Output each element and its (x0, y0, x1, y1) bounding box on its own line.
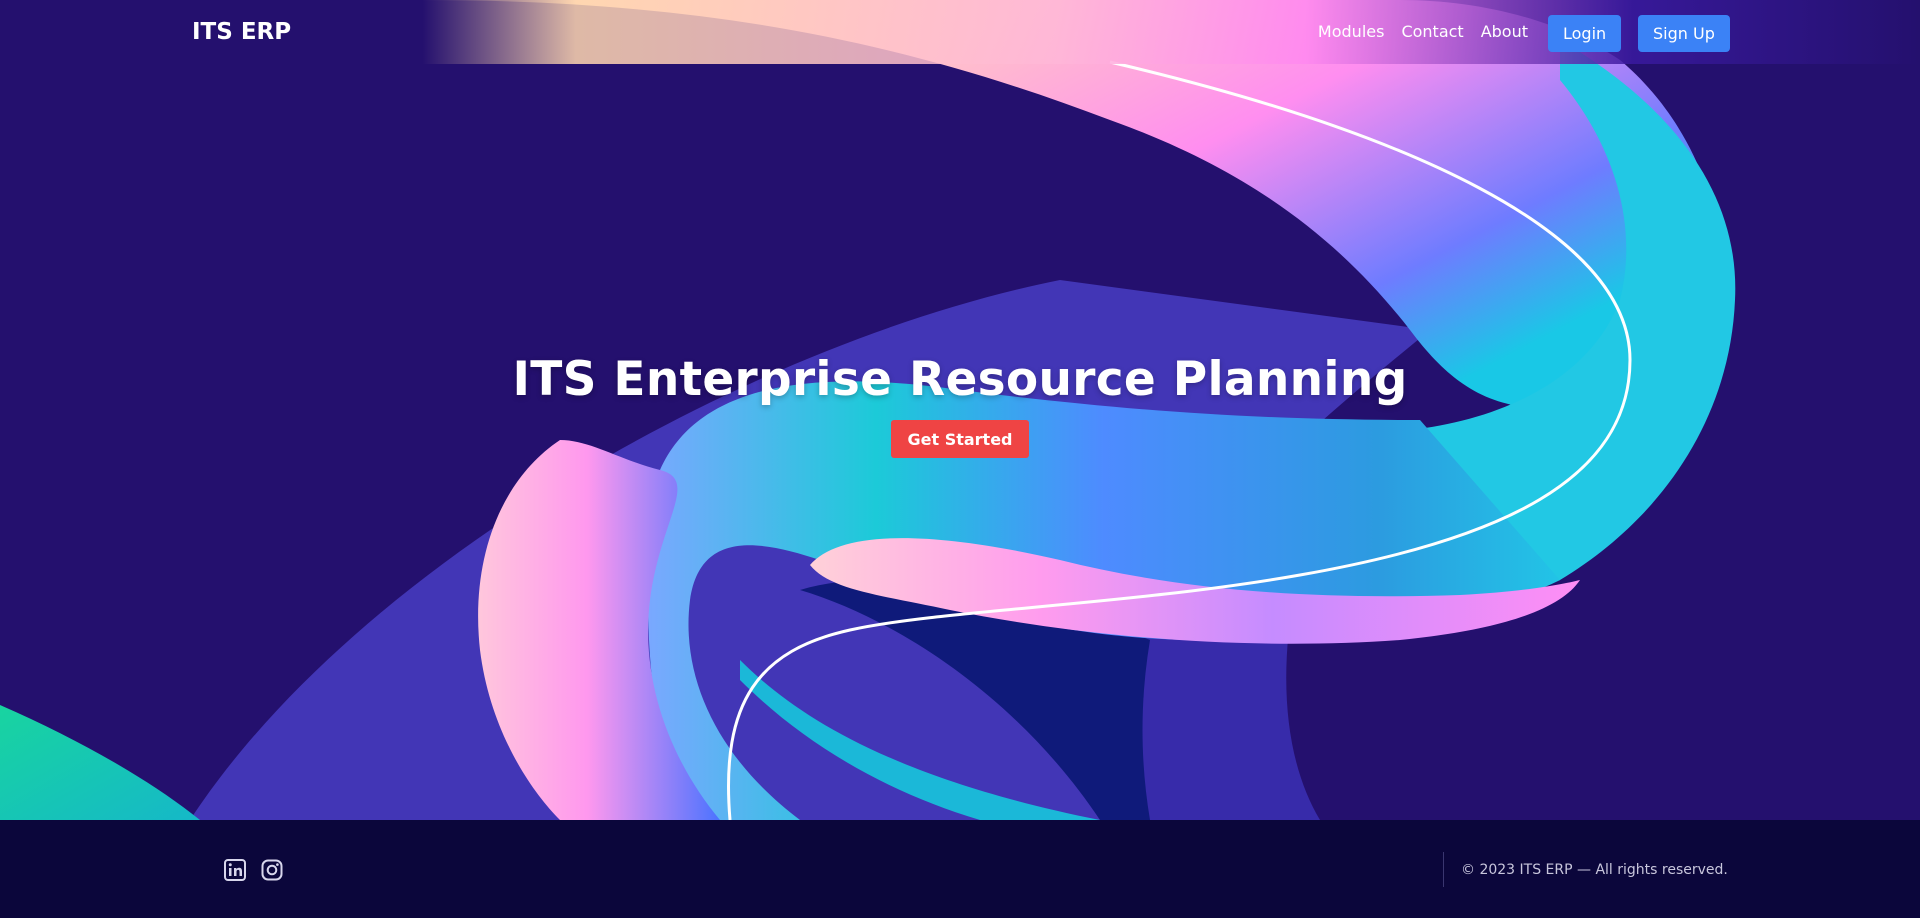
brand-logo-text[interactable]: ITS ERP (192, 19, 291, 45)
nav-link-about[interactable]: About (1481, 22, 1528, 41)
hero-content: ITS Enterprise Resource Planning Get Sta… (0, 352, 1920, 458)
hero-title: ITS Enterprise Resource Planning (512, 352, 1408, 407)
signup-button[interactable]: Sign Up (1638, 15, 1730, 52)
nav-link-contact[interactable]: Contact (1401, 22, 1463, 41)
nav-link-modules[interactable]: Modules (1318, 22, 1385, 41)
social-links (223, 858, 284, 882)
nav-links: Modules Contact About (1318, 22, 1528, 41)
login-button[interactable]: Login (1548, 15, 1622, 52)
hero-section: ITS Enterprise Resource Planning Get Sta… (0, 0, 1920, 820)
instagram-icon[interactable] (260, 858, 284, 882)
landing-page: ITS Enterprise Resource Planning Get Sta… (0, 0, 1920, 918)
footer-divider (1443, 852, 1444, 887)
linkedin-icon[interactable] (223, 858, 247, 882)
copyright-text: © 2023 ITS ERP — All rights reserved. (1461, 862, 1728, 878)
get-started-button[interactable]: Get Started (891, 420, 1029, 458)
top-navbar: ITS ERP Modules Contact About Login Sign… (0, 0, 1920, 66)
